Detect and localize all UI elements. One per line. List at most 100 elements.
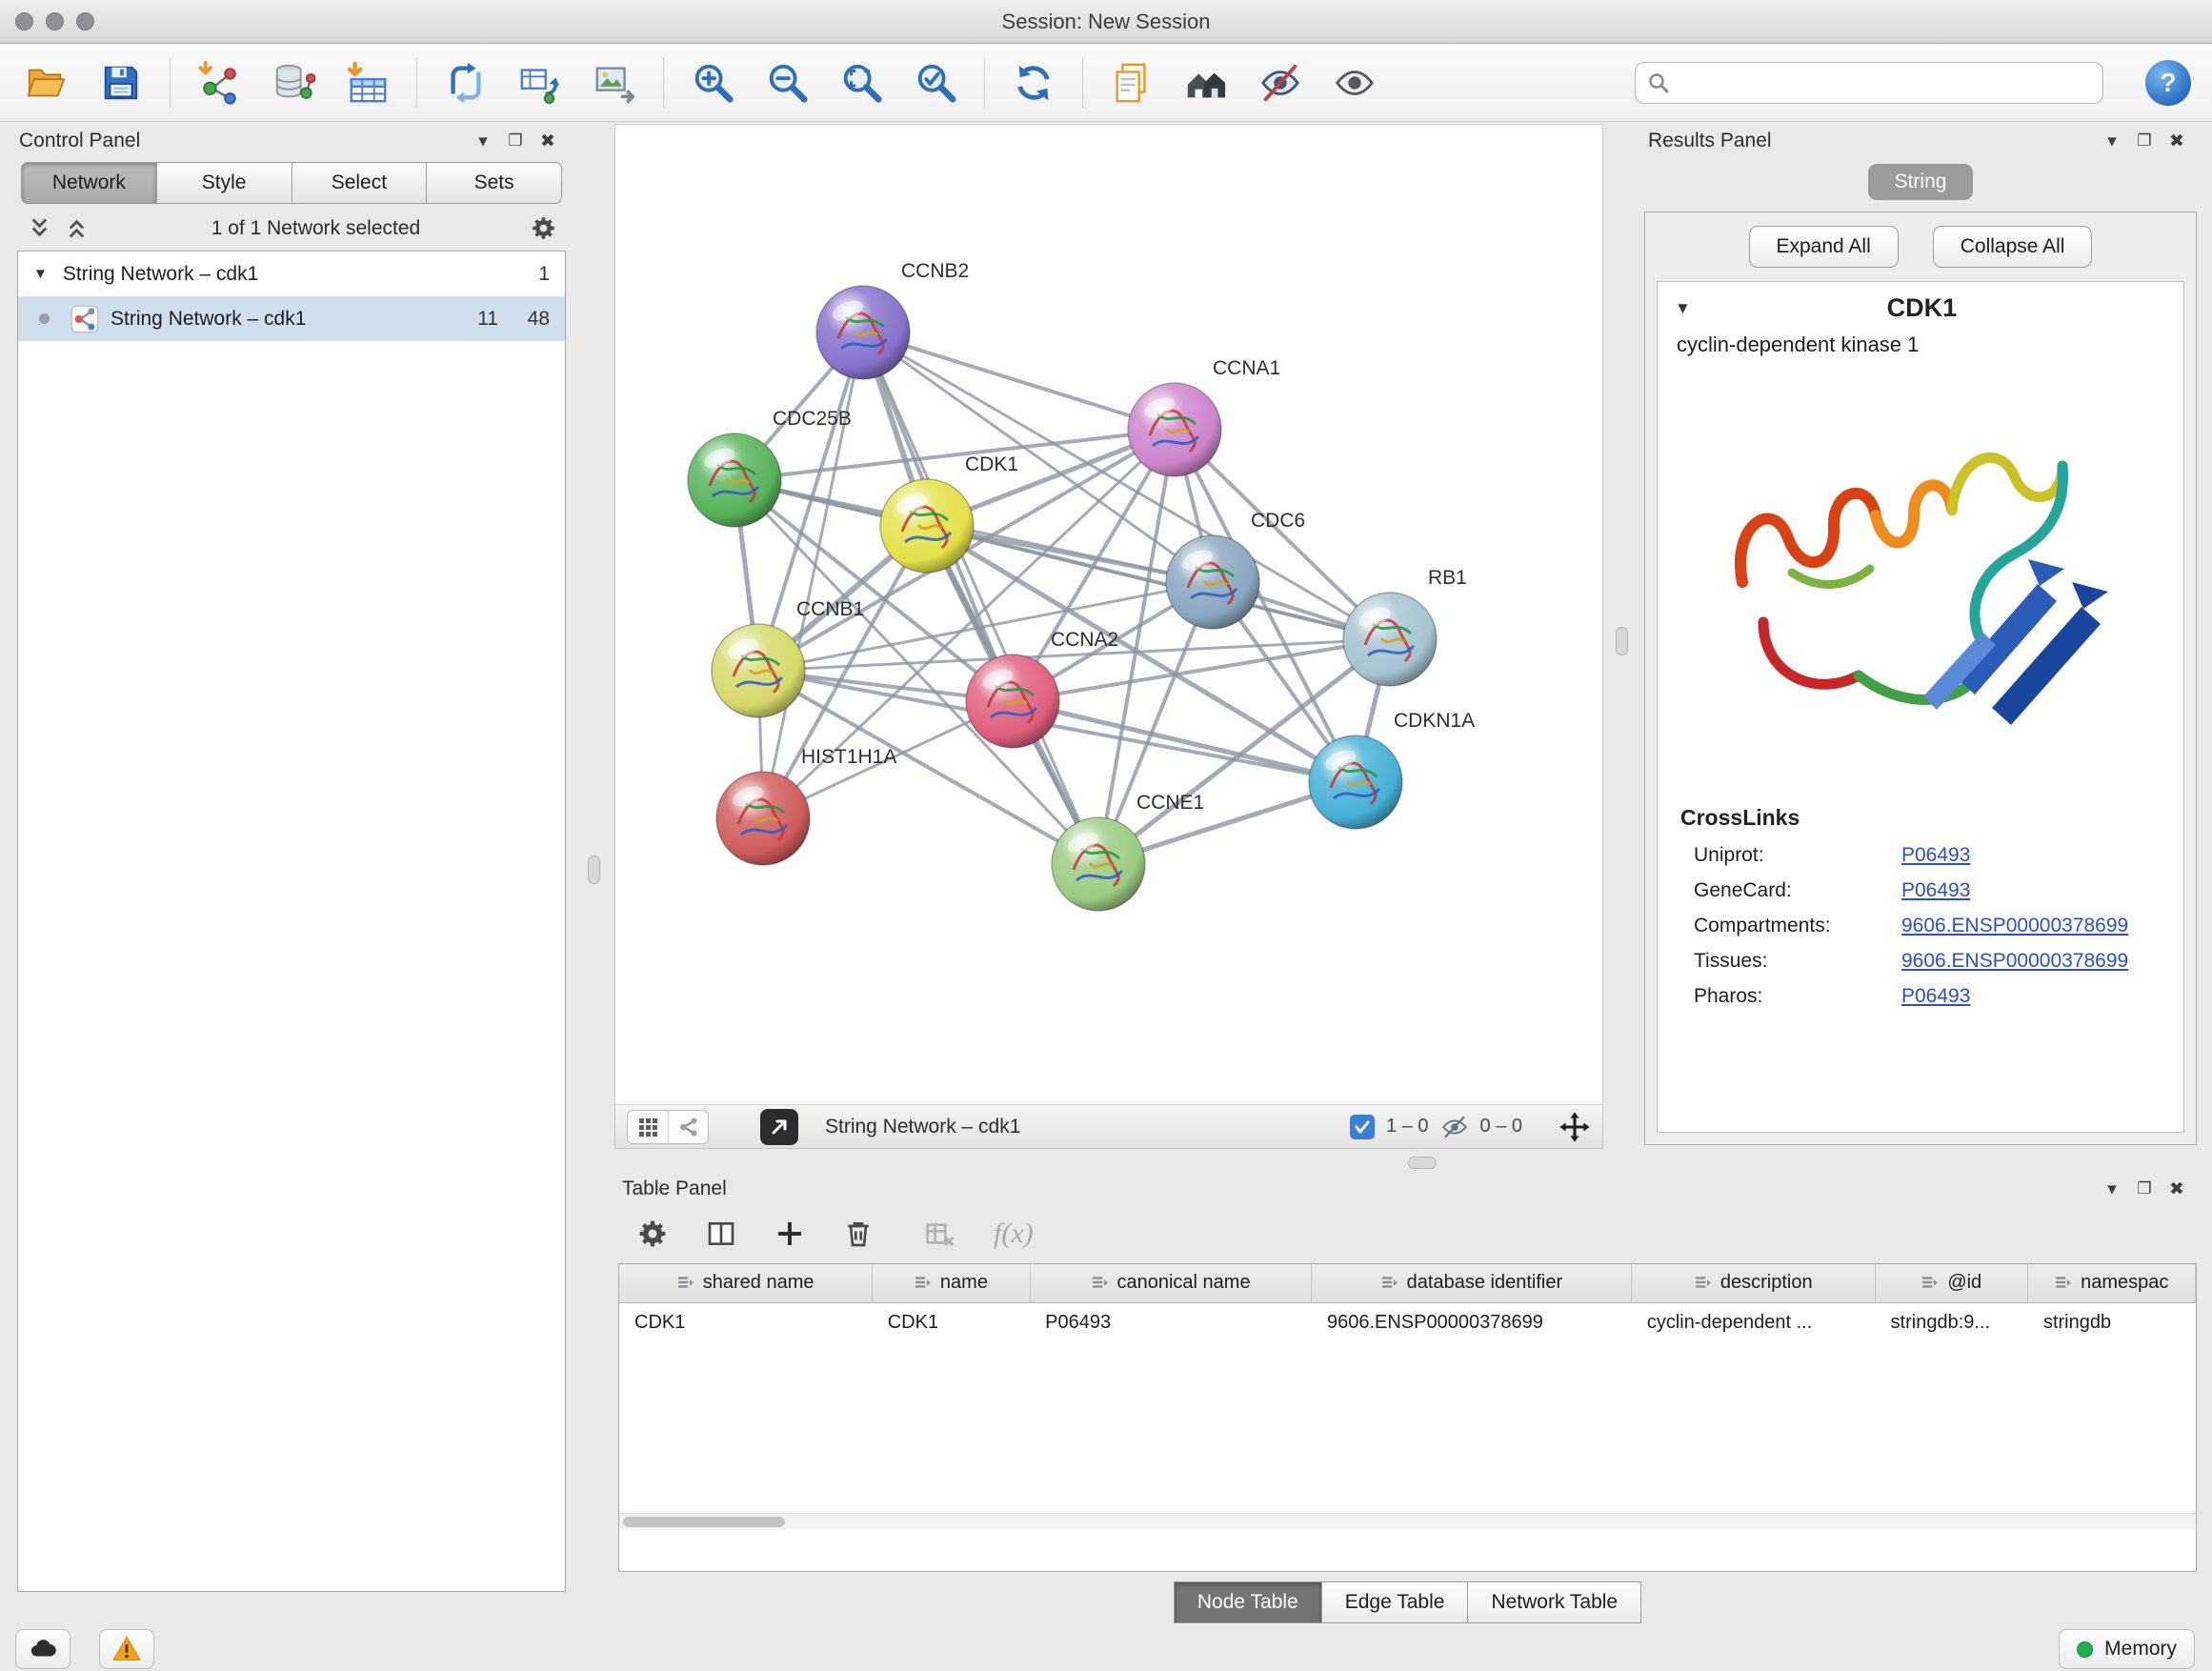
- add-column-icon[interactable]: [774, 1218, 805, 1249]
- share-network-button[interactable]: [668, 1111, 708, 1143]
- expand-all-icon[interactable]: [64, 215, 90, 241]
- table-cell[interactable]: 9606.ENSP00000378699: [1312, 1302, 1632, 1342]
- minimize-window-button[interactable]: [46, 12, 64, 30]
- zoom-fit-button[interactable]: [835, 56, 887, 110]
- zoom-out-button[interactable]: [761, 56, 813, 110]
- show-graphics-details-button[interactable]: [1329, 56, 1380, 110]
- left-splitter-handle[interactable]: [588, 856, 600, 884]
- network-edge[interactable]: [863, 332, 1175, 430]
- tab-sets[interactable]: Sets: [427, 162, 562, 204]
- delete-table-icon[interactable]: [925, 1218, 955, 1249]
- tab-style[interactable]: Style: [157, 162, 292, 204]
- import-network-database-button[interactable]: [268, 56, 319, 110]
- zoom-in-button[interactable]: [687, 56, 738, 110]
- scrollbar-thumb[interactable]: [623, 1517, 785, 1527]
- network-node-CDK1[interactable]: CDK1: [880, 453, 1018, 573]
- export-image-button[interactable]: [589, 56, 640, 110]
- network-node-CDC6[interactable]: CDC6: [1166, 510, 1305, 629]
- warnings-button[interactable]: [99, 1629, 154, 1669]
- function-builder-button[interactable]: f(x): [994, 1218, 1034, 1250]
- show-columns-icon[interactable]: [706, 1218, 736, 1249]
- table-cell[interactable]: CDK1: [619, 1302, 873, 1342]
- refresh-button[interactable]: [1008, 56, 1059, 110]
- crosslink-value[interactable]: P06493: [1901, 985, 2161, 1008]
- panel-float-icon[interactable]: ❐: [2128, 1179, 2161, 1198]
- column-header[interactable]: description: [1632, 1264, 1876, 1302]
- tab-network[interactable]: Network: [21, 162, 157, 204]
- table-cell[interactable]: stringdb:9...: [1876, 1302, 2028, 1342]
- panel-menu-icon[interactable]: ▾: [467, 131, 499, 152]
- disclosure-triangle-icon[interactable]: ▼: [33, 266, 48, 282]
- column-header[interactable]: namespac: [2028, 1264, 2196, 1302]
- crosslink-value[interactable]: P06493: [1901, 879, 2161, 902]
- crosslink-value[interactable]: 9606.ENSP00000378699: [1901, 915, 2161, 937]
- gene-disclosure-icon[interactable]: ▼: [1675, 299, 1691, 318]
- hidden-eye-icon[interactable]: [1440, 1113, 1469, 1141]
- network-view[interactable]: CCNB2CCNA1CDC25BCDK1CDC6RB1CCNB1CCNA2CDK…: [614, 124, 1603, 1105]
- search-input[interactable]: [1679, 71, 2091, 93]
- network-options-gear-icon[interactable]: [531, 215, 556, 241]
- save-session-button[interactable]: [95, 56, 147, 110]
- zoom-selected-button[interactable]: [910, 56, 961, 110]
- search-box[interactable]: [1635, 62, 2103, 104]
- tab-edge-table[interactable]: Edge Table: [1322, 1581, 1469, 1623]
- network-node-CDKN1A[interactable]: CDKN1A: [1309, 710, 1475, 829]
- hide-graphics-details-button[interactable]: [1255, 56, 1306, 110]
- memory-button[interactable]: Memory: [2059, 1629, 2195, 1669]
- collapse-all-icon[interactable]: [27, 215, 52, 241]
- cloud-status-button[interactable]: [15, 1629, 70, 1669]
- network-collection-row[interactable]: ▼ String Network – cdk1 1: [18, 252, 565, 296]
- network-node-RB1[interactable]: RB1: [1343, 567, 1467, 686]
- delete-column-trash-icon[interactable]: [843, 1218, 874, 1249]
- panel-close-icon[interactable]: ✖: [2161, 131, 2193, 152]
- open-external-button[interactable]: [760, 1109, 798, 1145]
- merge-networks-button[interactable]: [440, 56, 492, 110]
- panel-menu-icon[interactable]: ▾: [2096, 131, 2128, 152]
- tab-node-table[interactable]: Node Table: [1174, 1581, 1322, 1623]
- table-cell[interactable]: cyclin-dependent ...: [1632, 1302, 1876, 1342]
- tab-network-table[interactable]: Network Table: [1468, 1581, 1641, 1623]
- crosslink-value[interactable]: P06493: [1901, 844, 2161, 867]
- panel-menu-icon[interactable]: ▾: [2096, 1178, 2128, 1200]
- panel-close-icon[interactable]: ✖: [532, 131, 564, 152]
- table-row[interactable]: CDK1CDK1P064939606.ENSP00000378699cyclin…: [619, 1302, 2196, 1342]
- duplicate-document-button[interactable]: [1106, 56, 1157, 110]
- network-node-CCNB1[interactable]: CCNB1: [712, 598, 864, 717]
- column-header[interactable]: database identifier: [1312, 1264, 1632, 1302]
- network-from-table-button[interactable]: [514, 56, 566, 110]
- panel-float-icon[interactable]: ❐: [499, 131, 532, 151]
- column-header[interactable]: @id: [1876, 1264, 2028, 1302]
- network-row[interactable]: String Network – cdk1 11 48: [18, 296, 565, 341]
- move-crosshair-icon[interactable]: [1558, 1111, 1591, 1143]
- bottom-splitter-handle[interactable]: [1408, 1157, 1437, 1169]
- table-cell[interactable]: CDK1: [873, 1302, 1030, 1342]
- import-table-button[interactable]: [342, 56, 393, 110]
- expand-all-button[interactable]: Expand All: [1749, 226, 1899, 268]
- collapse-all-button[interactable]: Collapse All: [1933, 226, 2093, 268]
- column-header[interactable]: name: [873, 1264, 1030, 1302]
- string-results-tab[interactable]: String: [1868, 164, 1974, 200]
- birdseye-home-button[interactable]: [1180, 56, 1232, 110]
- column-header[interactable]: canonical name: [1030, 1264, 1312, 1302]
- table-cell[interactable]: stringdb: [2028, 1302, 2196, 1342]
- selected-checkbox-icon[interactable]: [1350, 1115, 1375, 1139]
- column-header[interactable]: shared name: [619, 1264, 873, 1302]
- close-window-button[interactable]: [15, 12, 33, 30]
- panel-float-icon[interactable]: ❐: [2128, 131, 2161, 151]
- help-button[interactable]: ?: [2145, 60, 2191, 106]
- table-cell[interactable]: P06493: [1030, 1302, 1312, 1342]
- network-node-HIST1H1A[interactable]: HIST1H1A: [716, 746, 896, 865]
- import-network-file-button[interactable]: [193, 56, 245, 110]
- right-splitter-handle[interactable]: [1616, 627, 1628, 655]
- network-node-CCNA1[interactable]: CCNA1: [1128, 357, 1280, 476]
- network-edge[interactable]: [863, 332, 1098, 864]
- network-node-CCNB2[interactable]: CCNB2: [816, 260, 969, 379]
- zoom-window-button[interactable]: [76, 12, 94, 30]
- table-settings-gear-icon[interactable]: [637, 1218, 668, 1249]
- crosslink-value[interactable]: 9606.ENSP00000378699: [1901, 950, 2161, 973]
- horizontal-scrollbar[interactable]: [619, 1513, 2196, 1529]
- grid-view-button[interactable]: [628, 1111, 668, 1143]
- panel-close-icon[interactable]: ✖: [2161, 1178, 2193, 1200]
- open-session-button[interactable]: [21, 56, 72, 110]
- tab-select[interactable]: Select: [292, 162, 428, 204]
